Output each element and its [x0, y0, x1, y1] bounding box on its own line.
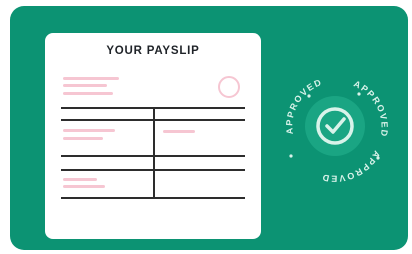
circle-icon [218, 76, 240, 98]
stamp-dot [289, 154, 293, 158]
stamp-dot [307, 94, 311, 98]
table-cell-placeholder [63, 137, 103, 140]
payslip-title: YOUR PAYSLIP [106, 45, 200, 57]
stamp-dot [376, 156, 380, 160]
table-column-divider [153, 107, 155, 199]
placeholder-line [63, 92, 113, 95]
payslip-document: YOUR PAYSLIP [45, 33, 261, 239]
table-cell-placeholder [63, 129, 115, 132]
placeholder-line [63, 77, 119, 80]
stamp-dot [357, 92, 361, 96]
table-cell-placeholder [63, 185, 105, 188]
table-cell-placeholder [63, 178, 97, 181]
stamp-inner-circle [305, 96, 365, 156]
approved-payslip-card: YOUR PAYSLIP APPROVED APPROVED APPROVED [10, 6, 408, 250]
approved-stamp: APPROVED APPROVED APPROVED [284, 77, 388, 184]
table-cell-placeholder [163, 130, 195, 133]
placeholder-line [63, 84, 107, 87]
